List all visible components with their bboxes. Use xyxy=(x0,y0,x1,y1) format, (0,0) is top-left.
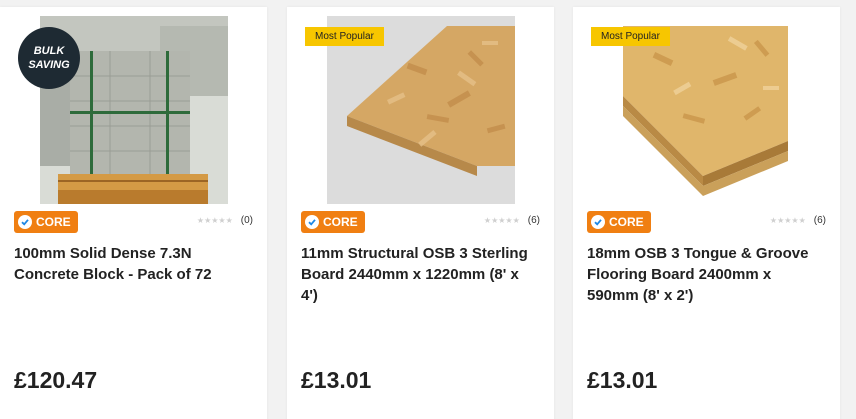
product-card[interactable]: Most Popular CORE ★ ★ ★ ★ ★ (6) 11mm Structu… xyxy=(287,7,554,419)
core-label: CORE xyxy=(323,215,358,229)
review-count: (6) xyxy=(527,215,540,226)
core-badge: CORE xyxy=(587,211,651,233)
most-popular-ribbon: Most Popular xyxy=(591,27,670,46)
stars-icon: ★ ★ ★ ★ ★ xyxy=(196,215,233,225)
check-icon xyxy=(591,215,605,229)
rating[interactable]: ★ ★ ★ ★ ★ (6) xyxy=(484,215,540,226)
review-count: (0) xyxy=(240,215,253,226)
check-icon xyxy=(18,215,32,229)
product-meta: CORE ★ ★ ★ ★ ★ (6) xyxy=(301,211,540,235)
product-card[interactable]: BULK SAVING CORE ★ ★ ★ ★ ★ (0) 100mm Solid D… xyxy=(0,7,267,419)
product-meta: CORE ★ ★ ★ ★ ★ (6) xyxy=(587,211,826,235)
product-card[interactable]: Most Popular CORE ★ ★ ★ ★ ★ (6) 18mm OSB 3 T… xyxy=(573,7,840,419)
product-title[interactable]: 100mm Solid Dense 7.3N Concrete Block - … xyxy=(14,243,249,285)
check-icon xyxy=(305,215,319,229)
core-badge: CORE xyxy=(301,211,365,233)
review-count: (6) xyxy=(813,215,826,226)
product-title[interactable]: 11mm Structural OSB 3 Sterling Board 244… xyxy=(301,243,536,306)
bulk-badge-line1: BULK xyxy=(33,45,65,57)
bulk-saving-badge: BULK SAVING xyxy=(18,27,80,89)
rating[interactable]: ★ ★ ★ ★ ★ (0) xyxy=(197,215,253,226)
product-meta: CORE ★ ★ ★ ★ ★ (0) xyxy=(14,211,253,235)
rating[interactable]: ★ ★ ★ ★ ★ (6) xyxy=(770,215,826,226)
core-label: CORE xyxy=(609,215,644,229)
stars-icon: ★ ★ ★ ★ ★ xyxy=(769,215,806,225)
core-badge: CORE xyxy=(14,211,78,233)
stars-icon: ★ ★ ★ ★ ★ xyxy=(483,215,520,225)
most-popular-ribbon: Most Popular xyxy=(305,27,384,46)
product-title[interactable]: 18mm OSB 3 Tongue & Groove Flooring Boar… xyxy=(587,243,822,306)
core-label: CORE xyxy=(36,215,71,229)
product-price: £120.47 xyxy=(14,367,98,393)
bulk-badge-line2: SAVING xyxy=(28,59,70,71)
product-price: £13.01 xyxy=(587,367,658,393)
product-grid: BULK SAVING CORE ★ ★ ★ ★ ★ (0) 100mm Solid D… xyxy=(0,0,856,419)
product-price: £13.01 xyxy=(301,367,372,393)
